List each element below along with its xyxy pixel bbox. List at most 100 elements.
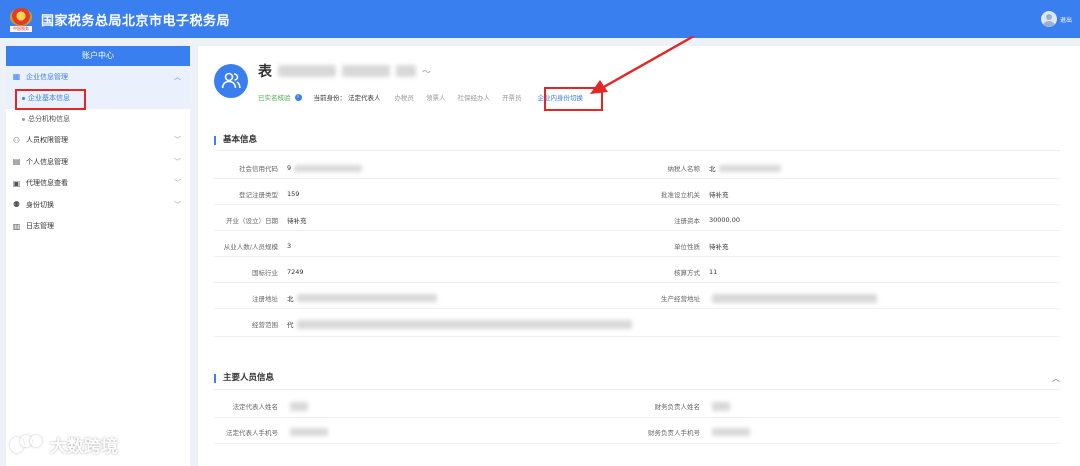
field-label: 社会信用代码 — [239, 165, 278, 173]
divider — [214, 256, 1060, 257]
field-finance-phone: 财务负责人手机号 — [618, 427, 750, 437]
field-value — [709, 428, 750, 436]
divider — [214, 336, 1060, 337]
field-label: 国标行业 — [252, 269, 278, 277]
sidebar-item-label: 身份切换 — [26, 200, 54, 209]
field-registered-address: 注册地址 北 — [198, 293, 437, 303]
redacted-value — [296, 319, 632, 329]
tilde-icon[interactable]: ～ — [422, 65, 431, 78]
field-label: 财务负责人姓名 — [654, 403, 701, 411]
field-value: 159 — [287, 190, 300, 198]
role-tag[interactable]: 开票员 — [502, 92, 522, 102]
divider — [214, 417, 1060, 418]
field-label: 登记注册类型 — [239, 191, 278, 199]
divider — [214, 230, 1060, 231]
company-name: 表 ～ — [258, 62, 431, 80]
emblem-icon — [10, 8, 32, 26]
sidebar-item-label: 代理信息查看 — [26, 179, 68, 188]
divider — [214, 308, 1060, 309]
log-icon: ▥ — [12, 221, 21, 231]
field-registration-type: 登记注册类型 159 — [198, 189, 299, 199]
divider — [214, 178, 1060, 179]
sidebar-item-log[interactable]: ▥ 日志管理 — [6, 216, 190, 238]
field-label: 批准设立机关 — [661, 191, 700, 199]
sidebar-title: 账户中心 — [6, 46, 190, 66]
redacted-value — [712, 428, 750, 436]
company-name-prefix: 表 — [258, 64, 272, 80]
field-value: 11 — [709, 268, 718, 276]
field-value-text: 北 — [287, 295, 294, 303]
field-value-text: 9 — [287, 164, 292, 172]
field-label: 注册资本 — [674, 217, 700, 225]
watermark-text: 大数跨境 — [50, 437, 118, 457]
field-employee-count: 从业人数/人员规模 3 — [198, 241, 291, 251]
field-value: 3 — [287, 242, 292, 250]
sidebar-item-label: 企业信息管理 — [26, 72, 68, 81]
logout-link[interactable]: 退出 — [1060, 15, 1072, 24]
top-header: 中国税务 国家税务总局北京市电子税务局 退出 — [0, 0, 1080, 38]
sidebar-subitem-label: 总分机构信息 — [28, 115, 70, 123]
field-label: 单位性质 — [674, 243, 700, 251]
field-legal-rep-phone: 法定代表人手机号 — [198, 427, 328, 437]
field-value-text: 北 — [709, 165, 716, 173]
field-finance-name: 财务负责人姓名 — [618, 401, 730, 411]
users-icon — [221, 72, 241, 89]
identity-row: 已实名核验 i 当前身份： 法定代表人 办税员 领票人 社保经办人 开票员 企业… — [258, 92, 583, 102]
divider — [214, 443, 1060, 444]
field-value: 待补充 — [709, 243, 729, 251]
field-value: 北 — [709, 163, 781, 173]
field-label: 核算方式 — [674, 269, 700, 277]
switch-user-icon: ⚉ — [12, 200, 21, 210]
sidebar-subitem-branch-info[interactable]: 总分机构信息 — [6, 109, 190, 130]
field-business-scope: 经营范围 代 — [198, 319, 632, 329]
field-approval-authority: 批准设立机关 待补充 — [618, 189, 729, 199]
header-user-area[interactable]: 退出 — [1040, 11, 1072, 27]
watermark-logo-icon — [10, 433, 46, 457]
redacted-name — [278, 65, 336, 77]
field-label: 法定代表人手机号 — [226, 429, 278, 437]
user-avatar-icon[interactable] — [1040, 11, 1057, 27]
chevron-down-icon: ﹀ — [174, 200, 181, 209]
identity-value: 法定代表人 — [348, 94, 381, 102]
chevron-down-icon: ﹀ — [174, 179, 181, 188]
redacted-name — [342, 65, 390, 77]
chevron-up-icon: ︿ — [174, 72, 181, 81]
redacted-value — [296, 294, 437, 302]
sidebar-item-label: 个人信息管理 — [26, 157, 68, 166]
sidebar-item-personal-info[interactable]: ▤ 个人信息管理 ﹀ — [6, 151, 190, 173]
sidebar-item-permission[interactable]: ⚇ 人员权限管理 ﹀ — [6, 130, 190, 152]
divider — [214, 389, 1060, 390]
sidebar-item-agent-info[interactable]: ▣ 代理信息查看 ﹀ — [6, 173, 190, 195]
sidebar-item-label: 人员权限管理 — [26, 136, 68, 145]
enterprise-avatar — [214, 64, 248, 98]
chevron-down-icon: ﹀ — [174, 136, 181, 145]
field-value: 7249 — [287, 268, 304, 276]
field-registered-capital: 注册资本 30000.00 — [618, 215, 740, 225]
redacted-value — [294, 164, 363, 172]
role-tag[interactable]: 办税员 — [395, 92, 415, 102]
role-tag[interactable]: 社保经办人 — [458, 92, 491, 102]
bullet-icon — [22, 117, 25, 121]
field-value-text: 代 — [287, 321, 294, 329]
field-value: 北 — [287, 293, 437, 303]
field-value — [287, 401, 308, 411]
field-value: 代 — [287, 319, 632, 329]
redacted-value — [290, 428, 328, 436]
field-unit-nature: 单位性质 待补充 — [618, 241, 729, 251]
field-accounting-method: 核算方式 11 — [618, 267, 717, 277]
redacted-value — [712, 293, 877, 303]
agent-icon: ▣ — [12, 178, 21, 188]
collapse-chevron-icon[interactable]: ︿ — [1052, 373, 1060, 384]
sidebar-item-identity-switch[interactable]: ⚉ 身份切换 ﹀ — [6, 194, 190, 216]
field-label: 注册地址 — [252, 295, 278, 303]
chevron-down-icon: ﹀ — [174, 157, 181, 166]
sidebar-item-enterprise-info[interactable]: ▦ 企业信息管理 ︿ — [6, 66, 190, 88]
field-label: 财务负责人手机号 — [648, 429, 700, 437]
role-tag[interactable]: 领票人 — [426, 92, 446, 102]
info-icon[interactable]: i — [294, 93, 302, 101]
field-value: 待补充 — [709, 191, 729, 199]
verified-status: 已实名核验 — [258, 94, 291, 102]
logo-text: 中国税务 — [10, 26, 32, 32]
redacted-value — [290, 401, 308, 411]
field-label: 从业人数/人员规模 — [223, 243, 278, 251]
